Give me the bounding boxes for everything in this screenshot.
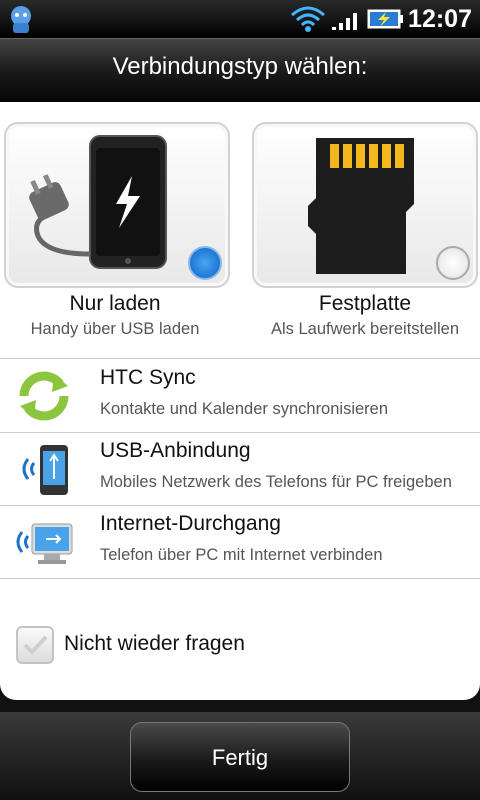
list-item-subtitle: Telefon über PC mit Internet verbinden [100, 546, 383, 564]
divider [0, 358, 480, 359]
divider [0, 578, 480, 579]
usb-tether-phone-icon [22, 445, 68, 495]
option-charge-only[interactable] [4, 122, 230, 288]
list-item-htc-sync[interactable]: HTC Sync Kontakte und Kalender synchroni… [0, 360, 480, 432]
option-disk-drive[interactable] [252, 122, 478, 288]
list-item-title: Internet-Durchgang [100, 512, 281, 535]
dont-ask-again-label[interactable]: Nicht wieder fragen [64, 632, 245, 656]
done-button[interactable]: Fertig [130, 722, 350, 792]
signal-icon [332, 13, 357, 30]
option-disk-drive-subtitle: Als Laufwerk bereitstellen [270, 320, 459, 338]
option-charge-only-subtitle: Handy über USB laden [30, 320, 200, 338]
radio-charge-only[interactable] [188, 246, 222, 280]
list-item-subtitle: Mobiles Netzwerk des Telefons für PC fre… [100, 473, 452, 491]
wifi-icon [291, 6, 325, 32]
checkmark-icon [23, 635, 48, 655]
app-robot-icon [11, 6, 31, 33]
dialog-title: Verbindungstyp wählen: [112, 53, 368, 80]
usb-monitor-icon [16, 523, 73, 564]
dialog-header: Verbindungstyp wählen: [0, 38, 480, 103]
option-disk-drive-title: Festplatte [318, 292, 412, 315]
dialog-footer: Fertig [0, 712, 480, 800]
list-item-title: HTC Sync [100, 366, 196, 389]
clock: 12:07 [408, 5, 472, 33]
status-bar: 12:07 [0, 0, 480, 38]
battery-charging-icon [367, 9, 403, 29]
list-item-internet-passthrough[interactable]: Internet-Durchgang Telefon über PC mit I… [0, 506, 480, 578]
sync-icon [19, 371, 69, 421]
dialog-body: Nur laden Handy über USB laden Festplatt… [0, 102, 480, 700]
dont-ask-again-checkbox[interactable] [16, 626, 54, 664]
list-item-title: USB-Anbindung [100, 439, 251, 462]
list-item-subtitle: Kontakte und Kalender synchronisieren [100, 400, 389, 418]
done-button-label: Fertig [211, 745, 269, 770]
radio-disk-drive[interactable] [436, 246, 470, 280]
option-charge-only-title: Nur laden [69, 292, 161, 315]
list-item-usb-tethering[interactable]: USB-Anbindung Mobiles Netzwerk des Telef… [0, 433, 480, 505]
